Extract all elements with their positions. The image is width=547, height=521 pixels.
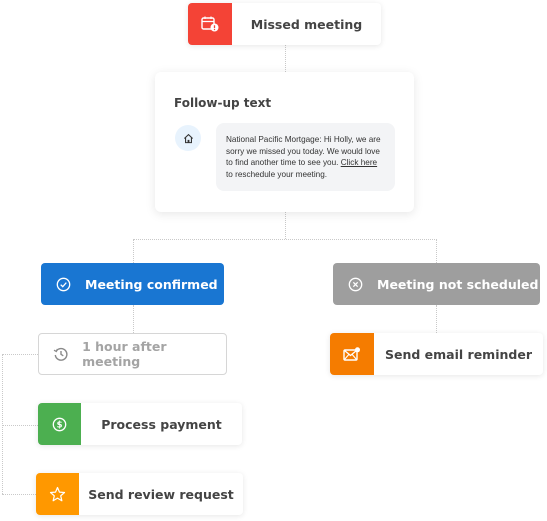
connector-trigger-followup — [285, 45, 286, 72]
pill-icon-box — [41, 277, 85, 292]
message-bubble: National Pacific Mortgage: Hi Holly, we … — [216, 123, 395, 191]
dollar-circle-icon: $ — [52, 417, 67, 431]
branch-confirmed-label: Meeting confirmed — [85, 276, 218, 292]
star-icon — [49, 486, 66, 501]
payment-label: Process payment — [101, 416, 222, 432]
sender-avatar — [175, 125, 201, 151]
home-icon — [183, 133, 193, 143]
email-icon — [343, 346, 360, 361]
trigger-icon-box — [188, 3, 232, 45]
connector-split — [133, 239, 437, 240]
action-send-email-reminder[interactable]: Send email reminder — [330, 333, 543, 375]
history-icon — [53, 347, 68, 361]
branch-meeting-not-scheduled[interactable]: Meeting not scheduled — [333, 263, 540, 305]
branch-meeting-confirmed[interactable]: Meeting confirmed — [41, 263, 224, 305]
connector-payment — [2, 425, 38, 426]
review-icon-box — [36, 473, 79, 515]
followup-text-card[interactable]: Follow-up text National Pacific Mortgage… — [155, 72, 414, 212]
review-label: Send review request — [88, 486, 234, 502]
calendar-alert-icon — [201, 16, 219, 32]
connector-review — [2, 494, 36, 495]
connector-split-right — [436, 239, 437, 263]
reschedule-link[interactable]: Click here — [341, 158, 377, 167]
message-text-end: to reschedule your meeting. — [226, 169, 328, 179]
delay-1-hour[interactable]: 1 hour after meeting — [38, 333, 227, 375]
email-label: Send email reminder — [385, 346, 532, 362]
connector-notscheduled-email — [436, 305, 437, 333]
pill-icon-box — [333, 277, 377, 292]
connector-split-left — [133, 239, 134, 263]
svg-text:$: $ — [57, 419, 63, 429]
connector-followup-split — [285, 212, 286, 239]
branch-not-scheduled-label: Meeting not scheduled — [377, 276, 539, 292]
check-circle-icon — [56, 277, 70, 291]
action-process-payment[interactable]: $ Process payment — [38, 403, 242, 445]
trigger-missed-meeting[interactable]: Missed meeting — [188, 3, 381, 45]
trigger-label: Missed meeting — [250, 16, 363, 32]
pill-icon-box — [39, 346, 82, 362]
action-send-review-request[interactable]: Send review request — [36, 473, 243, 515]
connector-delay-left — [2, 354, 38, 355]
x-circle-icon — [348, 277, 362, 291]
payment-icon-box: $ — [38, 403, 81, 445]
connector-left-rail — [2, 354, 3, 494]
connector-confirmed-delay — [133, 305, 134, 333]
delay-label: 1 hour after meeting — [82, 339, 167, 369]
followup-title: Follow-up text — [174, 96, 272, 110]
email-icon-box — [330, 333, 374, 375]
